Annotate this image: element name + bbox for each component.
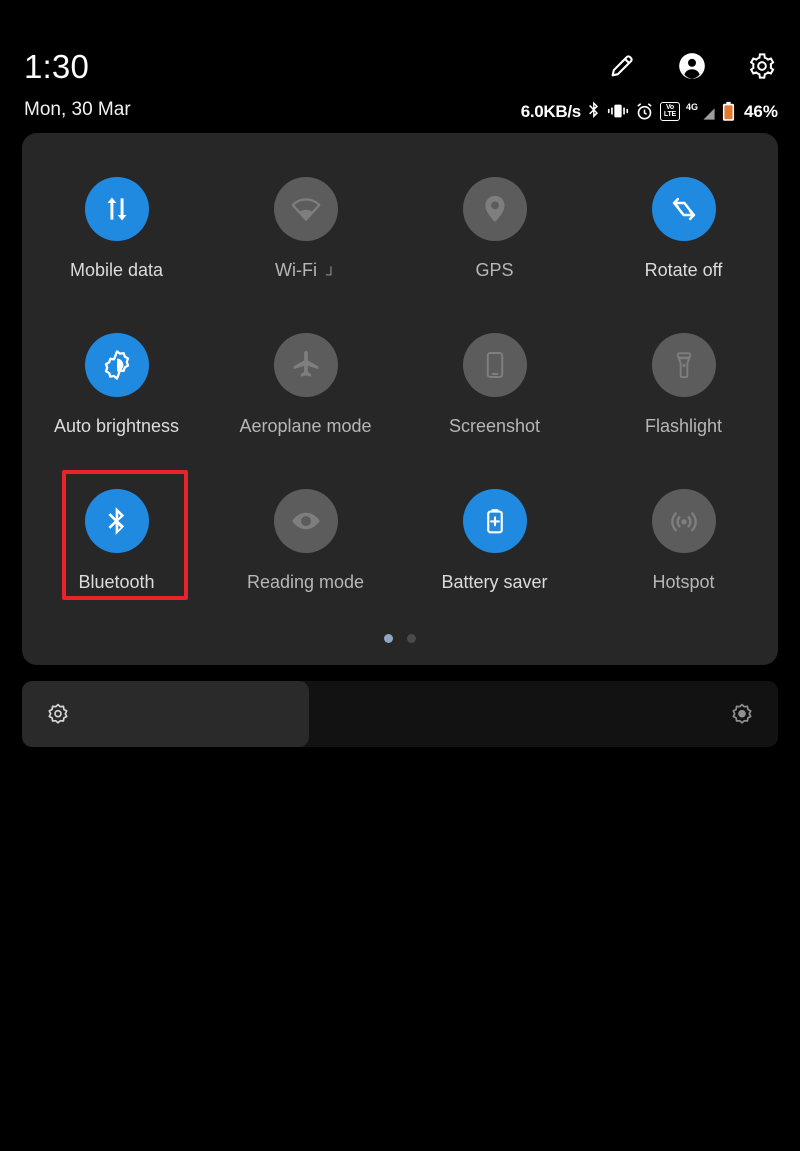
tile-reading-mode[interactable]: Reading mode (211, 475, 400, 631)
tile-row: Mobile data Wi-Fi ┘ GPS Rotate off (22, 163, 778, 319)
tile-wifi[interactable]: Wi-Fi ┘ (211, 163, 400, 319)
tile-flashlight[interactable]: Flashlight (589, 319, 778, 475)
page-indicator (22, 634, 778, 643)
volte-top-label: Vo (665, 104, 674, 111)
tile-label: Mobile data (69, 260, 164, 280)
quick-settings-panel: Mobile data Wi-Fi ┘ GPS Rotate off Auto … (22, 133, 778, 665)
gps-location-icon (462, 177, 527, 241)
status-header: 1:30 Mon, 30 Mar 6.0KB/s Vo LTE 4G 46% (0, 0, 800, 128)
flashlight-icon (651, 333, 716, 397)
brightness-low-icon (46, 702, 70, 726)
tile-label: Hotspot (652, 572, 715, 592)
mobile-data-icon (84, 177, 149, 241)
tile-gps[interactable]: GPS (400, 163, 589, 319)
clock-time: 1:30 (24, 48, 90, 85)
tile-auto-brightness[interactable]: Auto brightness (22, 319, 211, 475)
battery-saver-icon (462, 489, 527, 553)
tile-aeroplane-mode[interactable]: Aeroplane mode (211, 319, 400, 475)
wifi-icon (273, 177, 338, 241)
tile-label: Rotate off (644, 260, 723, 280)
tile-label: GPS (475, 260, 514, 280)
alarm-status-icon (635, 102, 654, 121)
brightness-slider[interactable] (22, 681, 778, 747)
tile-label: Wi-Fi (275, 260, 318, 280)
auto-brightness-icon (84, 333, 149, 397)
android-quick-settings-screen: 1:30 Mon, 30 Mar 6.0KB/s Vo LTE 4G 46% M… (0, 0, 800, 1151)
network-type-label: 4G (685, 101, 698, 112)
screen-rotate-icon (651, 177, 716, 241)
page-dot-inactive[interactable] (407, 634, 416, 643)
user-account-icon[interactable] (678, 52, 706, 80)
battery-status-icon (722, 101, 735, 122)
tile-label: Bluetooth (78, 572, 155, 592)
status-bar-icons: 6.0KB/s Vo LTE 4G 46% (521, 98, 778, 124)
tile-label: Flashlight (644, 416, 723, 436)
hotspot-icon (651, 489, 716, 553)
tile-mobile-data[interactable]: Mobile data (22, 163, 211, 319)
volte-bottom-label: LTE (663, 111, 676, 118)
tile-screenshot[interactable]: Screenshot (400, 319, 589, 475)
tile-bluetooth[interactable]: Bluetooth (22, 475, 211, 631)
volte-status-icon: Vo LTE (659, 101, 680, 121)
tile-label: Battery saver (441, 572, 548, 592)
tile-battery-saver[interactable]: Battery saver (400, 475, 589, 631)
tile-row: Bluetooth Reading mode Battery saver Hot… (22, 475, 778, 631)
reading-mode-eye-icon (273, 489, 338, 553)
bluetooth-icon (84, 489, 149, 553)
tile-label: Reading mode (246, 572, 365, 592)
page-dot-active[interactable] (384, 634, 393, 643)
brightness-high-icon (730, 702, 754, 726)
tile-row: Auto brightness Aeroplane mode Screensho… (22, 319, 778, 475)
tile-label: Aeroplane mode (239, 416, 372, 436)
chevron-expand-icon[interactable]: ┘ (326, 267, 336, 281)
quick-settings-tile-grid: Mobile data Wi-Fi ┘ GPS Rotate off Auto … (22, 163, 778, 631)
aeroplane-icon (273, 333, 338, 397)
edit-icon[interactable] (608, 52, 636, 80)
tile-label-row: Wi-Fi ┘ (275, 260, 336, 281)
vibrate-status-icon (607, 102, 629, 120)
battery-percent-label: 46% (743, 101, 778, 121)
network-signal-status-icon: 4G (686, 102, 716, 121)
tile-label: Auto brightness (53, 416, 180, 436)
network-speed-label: 6.0KB/s (520, 101, 582, 121)
bluetooth-status-icon (587, 101, 601, 122)
tile-hotspot[interactable]: Hotspot (589, 475, 778, 631)
clock-date: Mon, 30 Mar (24, 99, 131, 120)
screenshot-icon (462, 333, 527, 397)
header-action-bar (608, 52, 776, 80)
tile-label: Screenshot (448, 416, 541, 436)
settings-gear-icon[interactable] (748, 52, 776, 80)
tile-rotate-off[interactable]: Rotate off (589, 163, 778, 319)
